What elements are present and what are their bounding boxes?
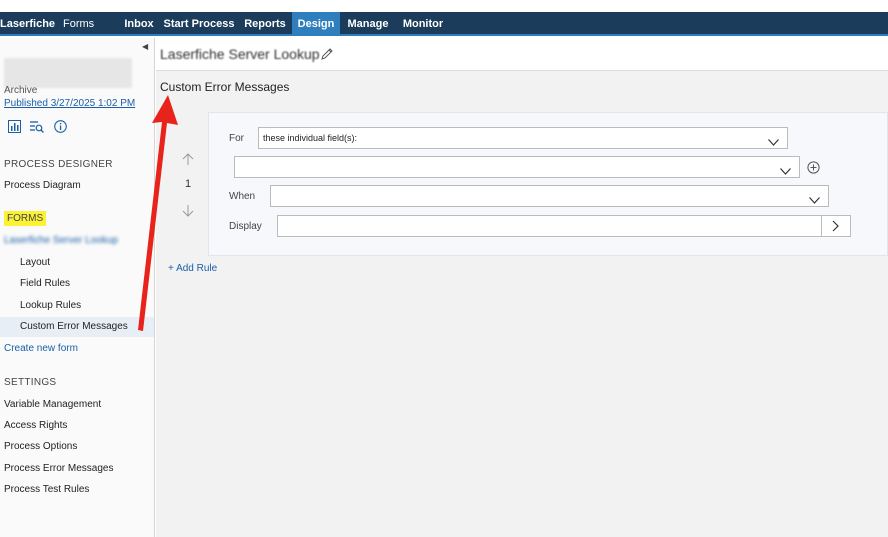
title-bar: Laserfiche Server Lookup (156, 38, 888, 71)
rule-card: For these individual field(s): When Disp… (208, 112, 888, 256)
for-select[interactable]: these individual field(s): (258, 127, 788, 149)
top-strip (0, 0, 888, 12)
when-label: When (229, 191, 256, 202)
nav-monitor[interactable]: Monitor (397, 12, 449, 36)
page-heading: Custom Error Messages (160, 80, 290, 94)
nav-design[interactable]: Design (292, 12, 340, 36)
add-rule-link[interactable]: + Add Rule (168, 263, 217, 274)
sidebar-item-process-options[interactable]: Process Options (4, 441, 77, 452)
process-diagram-link[interactable]: Process Diagram (4, 180, 81, 191)
search-list-icon[interactable] (30, 120, 45, 138)
product-name: Forms (63, 18, 95, 30)
nav-inbox[interactable]: Inbox (119, 12, 159, 36)
for-select-value: these individual field(s): (263, 133, 358, 143)
top-navbar: Laserfiche Forms Inbox Start Process Rep… (0, 12, 888, 36)
main-content: Laserfiche Server Lookup Custom Error Me… (156, 38, 888, 537)
sidebar-item-layout[interactable]: Layout (20, 257, 50, 268)
sidebar-item-field-rules[interactable]: Field Rules (20, 278, 70, 289)
chevron-down-icon (780, 162, 791, 182)
process-designer-heading: PROCESS DESIGNER (4, 159, 113, 170)
move-down-icon[interactable] (180, 204, 196, 223)
published-link[interactable]: Published 3/27/2025 1:02 PM (4, 98, 135, 109)
rule-order-number: 1 (184, 178, 192, 190)
nav-manage[interactable]: Manage (343, 12, 393, 36)
when-select[interactable] (270, 185, 829, 207)
settings-heading: SETTINGS (4, 377, 57, 388)
form-name-link[interactable]: Laserfiche Server Lookup (4, 235, 118, 246)
display-label: Display (229, 221, 262, 232)
archive-label: Archive (4, 85, 38, 96)
add-field-plus-icon[interactable] (807, 161, 820, 179)
display-expand-button[interactable] (821, 215, 851, 237)
move-up-icon[interactable] (180, 152, 196, 171)
redacted-process-name (4, 58, 132, 88)
sidebar-item-lookup-rules[interactable]: Lookup Rules (20, 300, 81, 311)
brand-logo[interactable]: Laserfiche (0, 12, 55, 36)
nav-reports[interactable]: Reports (240, 12, 290, 36)
display-message-input[interactable] (277, 215, 822, 237)
chevron-down-icon (809, 191, 820, 211)
nav-start-process[interactable]: Start Process (163, 12, 235, 36)
chevron-down-icon (768, 133, 779, 153)
sidebar-icon-row (8, 120, 72, 134)
sidebar-item-custom-error-messages[interactable]: Custom Error Messages (0, 317, 154, 337)
sidebar-item-process-test-rules[interactable]: Process Test Rules (4, 484, 89, 495)
sidebar: ◀ Archive Published 3/27/2025 1:02 PM PR… (0, 38, 155, 537)
sidebar-item-process-error-messages[interactable]: Process Error Messages (4, 463, 113, 474)
for-label: For (229, 133, 244, 144)
create-new-form-link[interactable]: Create new form (4, 343, 78, 354)
edit-pencil-icon[interactable] (320, 47, 334, 66)
chart-icon[interactable] (8, 120, 21, 138)
info-icon[interactable] (54, 120, 67, 138)
field-select[interactable] (234, 156, 800, 178)
sidebar-item-access-rights[interactable]: Access Rights (4, 420, 67, 431)
chevron-right-icon (832, 220, 839, 232)
form-title: Laserfiche Server Lookup (160, 46, 320, 62)
collapse-sidebar-icon[interactable]: ◀ (142, 42, 148, 51)
forms-heading: FORMS (4, 211, 47, 226)
sidebar-item-variable-management[interactable]: Variable Management (4, 399, 101, 410)
